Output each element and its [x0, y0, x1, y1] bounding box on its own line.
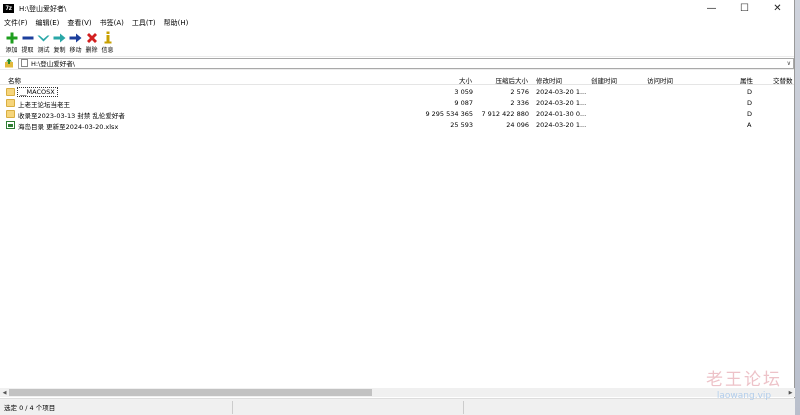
file-attributes: D: [747, 99, 753, 107]
file-packed-size: 2 336: [510, 99, 529, 107]
file-size: 9 295 534 365: [425, 110, 473, 118]
file-name: 上老王论坛当老王: [18, 101, 70, 109]
scroll-right-icon[interactable]: ▶: [786, 388, 795, 397]
window-title: H:\登山爱好者\: [19, 4, 67, 13]
file-size: 25 593: [450, 121, 473, 129]
file-modified: 2024-01-30 0...: [536, 110, 587, 118]
header-name[interactable]: 名称: [8, 75, 21, 85]
move-button[interactable]: 移动: [68, 31, 83, 54]
menu-edit[interactable]: 编辑(E): [36, 18, 60, 28]
minimize-button[interactable]: —: [695, 0, 728, 17]
file-attributes: A: [747, 121, 752, 129]
file-packed-size: 7 912 422 880: [481, 110, 529, 118]
header-attributes[interactable]: 属性: [740, 75, 753, 85]
table-row[interactable]: __MACOSX 3 059 2 576 2024-03-20 1... D: [0, 87, 795, 98]
scrollbar-thumb[interactable]: [9, 389, 372, 396]
watermark-url: laowang.vip: [716, 391, 772, 401]
move-arrow-icon: [68, 31, 83, 44]
add-label: 添加: [5, 47, 18, 54]
header-alternate[interactable]: 交替数: [773, 75, 793, 85]
menu-tools[interactable]: 工具(T): [132, 18, 156, 28]
copy-button[interactable]: 复制: [52, 31, 67, 54]
file-name: __MACOSX: [17, 87, 58, 97]
table-row[interactable]: 海岛目录 更新至2024-03-20.xlsx 25 593 24 096 20…: [0, 120, 795, 131]
plus-icon: [4, 31, 19, 44]
selection-status: 选定 0 / 4 个项目: [4, 404, 56, 412]
desktop-background: [795, 0, 800, 415]
file-modified: 2024-03-20 1...: [536, 99, 587, 107]
chevron-down-icon[interactable]: ∨: [787, 60, 791, 67]
address-bar: H:\登山爱好者\ ∨: [0, 56, 794, 70]
maximize-button[interactable]: ☐: [728, 0, 761, 17]
address-input[interactable]: H:\登山爱好者\ ∨: [18, 57, 794, 69]
document-icon: [21, 59, 28, 67]
status-divider: [463, 401, 464, 414]
menu-bookmarks[interactable]: 书签(A): [100, 18, 124, 28]
copy-arrow-icon: [52, 31, 67, 44]
menu-file[interactable]: 文件(F): [4, 18, 28, 28]
scroll-left-icon[interactable]: ◀: [0, 388, 9, 397]
folder-icon: [6, 88, 15, 96]
file-size: 9 087: [454, 99, 473, 107]
status-bar: 选定 0 / 4 个项目: [0, 398, 795, 415]
copy-label: 复制: [53, 47, 66, 54]
header-created[interactable]: 创建时间: [591, 75, 617, 85]
extract-label: 提取: [21, 47, 34, 54]
test-button[interactable]: 测试: [36, 31, 51, 54]
delete-label: 删除: [85, 47, 98, 54]
menu-bar: 文件(F) 编辑(E) 查看(V) 书签(A) 工具(T) 帮助(H): [0, 17, 794, 29]
column-headers: 名称 大小 压缩后大小 修改时间 创建时间 访问时间 属性 交替数: [0, 73, 794, 85]
info-button[interactable]: 信息: [100, 31, 115, 54]
delete-button[interactable]: 删除: [84, 31, 99, 54]
header-size[interactable]: 大小: [459, 75, 472, 85]
file-modified: 2024-03-20 1...: [536, 121, 587, 129]
table-row[interactable]: 上老王论坛当老王 9 087 2 336 2024-03-20 1... D: [0, 98, 795, 109]
folder-icon: [6, 110, 15, 118]
file-attributes: D: [747, 88, 753, 96]
file-name: 收录至2023-03-13 封禁 乱伦爱好者: [18, 112, 125, 120]
file-packed-size: 24 096: [506, 121, 529, 129]
test-label: 测试: [37, 47, 50, 54]
add-button[interactable]: 添加: [4, 31, 19, 54]
info-label: 信息: [101, 47, 114, 54]
folder-up-icon[interactable]: [4, 58, 14, 68]
toolbar: 添加 提取 测试 复制 移动 删除 信息: [0, 29, 794, 56]
excel-file-icon: [6, 121, 15, 129]
menu-help[interactable]: 帮助(H): [164, 18, 189, 28]
header-accessed[interactable]: 访问时间: [647, 75, 673, 85]
watermark-chinese: 老王论坛: [706, 370, 782, 390]
table-row[interactable]: 收录至2023-03-13 封禁 乱伦爱好者 9 295 534 365 7 9…: [0, 109, 795, 120]
check-icon: [36, 31, 51, 44]
horizontal-scrollbar[interactable]: ◀ ▶: [0, 388, 795, 397]
minus-icon: [20, 31, 35, 44]
folder-icon: [6, 99, 15, 107]
status-divider: [232, 401, 233, 414]
app-window: 7z H:\登山爱好者\ — ☐ ✕ 文件(F) 编辑(E) 查看(V) 书签(…: [0, 0, 795, 415]
app-logo-icon: 7z: [3, 4, 14, 13]
file-size: 3 059: [454, 88, 473, 96]
watermark: 老王论坛 laowang.vip: [706, 365, 782, 401]
header-packed-size[interactable]: 压缩后大小: [496, 75, 529, 85]
file-modified: 2024-03-20 1...: [536, 88, 587, 96]
file-packed-size: 2 576: [510, 88, 529, 96]
menu-view[interactable]: 查看(V): [67, 18, 91, 28]
extract-button[interactable]: 提取: [20, 31, 35, 54]
delete-icon: [84, 31, 99, 44]
close-button[interactable]: ✕: [761, 0, 794, 17]
header-modified[interactable]: 修改时间: [536, 75, 562, 85]
info-icon: [100, 31, 115, 44]
address-path: H:\登山爱好者\: [31, 60, 75, 68]
move-label: 移动: [69, 47, 82, 54]
file-name: 海岛目录 更新至2024-03-20.xlsx: [18, 123, 119, 131]
title-bar: 7z H:\登山爱好者\ — ☐ ✕: [0, 0, 794, 17]
file-list: __MACOSX 3 059 2 576 2024-03-20 1... D 上…: [0, 85, 794, 381]
file-attributes: D: [747, 110, 753, 118]
